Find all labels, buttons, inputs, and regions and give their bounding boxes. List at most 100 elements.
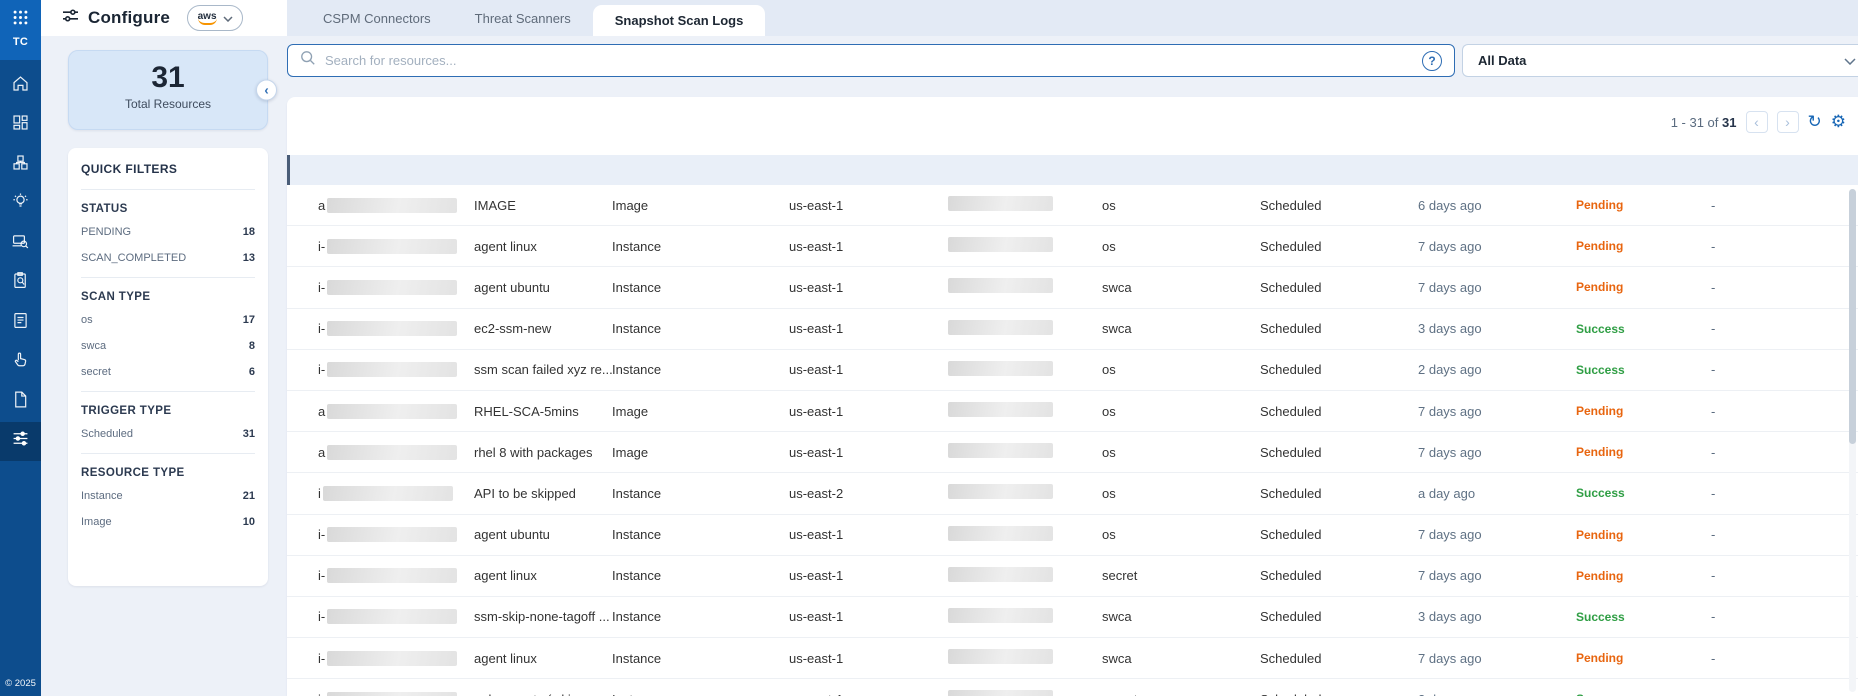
table-row[interactable]: i- agent linux Instance us-east-1 secret…	[287, 556, 1858, 597]
sidebar-item-documents[interactable]	[0, 382, 41, 422]
next-page-button[interactable]: ›	[1776, 111, 1799, 133]
filter-item[interactable]: Instance 21	[81, 483, 255, 509]
filter-label: swca	[81, 340, 107, 352]
sidebar-item-insights[interactable]	[0, 185, 41, 225]
redacted-resource-id	[327, 691, 458, 696]
filter-item[interactable]: Scheduled 31	[81, 421, 255, 447]
table-settings-gear-icon[interactable]: ⚙	[1831, 113, 1846, 131]
tab-threat-scanners[interactable]: Threat Scanners	[453, 0, 593, 36]
resource-id-cell: i-	[318, 568, 474, 584]
filter-group-resource-type: RESOURCE TYPE Instance 21 Image 10	[81, 454, 255, 541]
table-row[interactable]: i- ssm-skip-none-tagoff ... Instance us-…	[287, 597, 1858, 639]
filter-group-scan-type: SCAN TYPE os 17 swca 8 secret 6	[81, 278, 255, 392]
resource-id-prefix: i-	[318, 609, 326, 625]
filter-count: 6	[248, 366, 255, 378]
redacted-resource-id	[327, 527, 458, 543]
scan-time-cell: 3 days ago	[1418, 609, 1482, 625]
filter-label: Instance	[81, 490, 123, 502]
resource-id-prefix: a	[318, 197, 326, 213]
account-id-cell	[948, 443, 1102, 461]
filter-count: 21	[242, 490, 255, 502]
sidebar-item-asset-search[interactable]	[0, 224, 41, 264]
region-cell: us-east-1	[789, 527, 844, 543]
table-row[interactable]: i- agent linux Instance us-east-1 swca S…	[287, 638, 1858, 680]
refresh-icon[interactable]: ↻	[1808, 113, 1822, 131]
redacted-account-id	[948, 690, 1053, 696]
filter-label: SCAN_COMPLETED	[81, 252, 187, 264]
sidebar-item-scan-settings[interactable]	[0, 421, 41, 461]
filters-column: 31 Total Resources ‹ QUICK FILTERS STATU…	[68, 36, 277, 696]
filter-item[interactable]: swca 8	[81, 333, 255, 359]
status-badge: Pending	[1576, 651, 1624, 666]
status-message-cell: -	[1711, 197, 1716, 213]
filter-label: Scheduled	[81, 428, 133, 440]
filter-item[interactable]: secret 6	[81, 359, 255, 385]
region-cell: us-east-1	[789, 197, 844, 213]
redacted-resource-id	[327, 362, 458, 378]
resource-id-prefix: i-	[318, 692, 325, 696]
table-row[interactable]: a IMAGE Image us-east-1 os Scheduled 6 d…	[287, 185, 1858, 227]
resource-id-prefix: i-	[318, 238, 326, 254]
apps-grid-icon[interactable]	[12, 9, 29, 31]
table-row[interactable]: i- agent ubuntu Instance us-east-1 os Sc…	[287, 515, 1858, 556]
sidebar-item-reports[interactable]	[0, 303, 41, 343]
tab-snapshot-scan-logs[interactable]: Snapshot Scan Logs	[592, 5, 766, 36]
data-scope-dropdown[interactable]: All Data	[1462, 44, 1858, 77]
filter-item[interactable]: os 17	[81, 307, 255, 333]
resource-name-cell: only secrets ( skip-sc...	[474, 692, 612, 696]
table-row[interactable]: i- agent ubuntu Instance us-east-1 swca …	[287, 267, 1858, 309]
resource-id-cell: i-	[318, 527, 474, 543]
resource-id-prefix: i-	[318, 568, 326, 584]
lightbulb-icon	[11, 192, 30, 216]
page-title: Configure	[88, 8, 171, 27]
table-row[interactable]: i- ec2-ssm-new Instance us-east-1 swca S…	[287, 309, 1858, 350]
tab-bar: CSPM Connectors Threat Scanners Snapshot…	[287, 0, 1858, 36]
report-document-icon	[11, 311, 30, 335]
sidebar-item-compliance-scan[interactable]	[0, 264, 41, 304]
resource-name-cell: ssm scan failed xyz re...	[474, 362, 612, 378]
resource-id-cell: i-	[318, 609, 474, 625]
resource-name-cell: agent linux	[474, 650, 537, 666]
scan-time-cell: 7 days ago	[1418, 279, 1482, 295]
region-cell: us-east-1	[789, 444, 844, 460]
scrollbar-thumb[interactable]	[1849, 189, 1856, 444]
table-row[interactable]: i API to be skipped Instance us-east-2 o…	[287, 473, 1858, 515]
table-row[interactable]: i- only secrets ( skip-sc... Instance us…	[287, 679, 1858, 696]
scan-time-cell: 3 days ago	[1418, 321, 1482, 337]
main-area: Configure aws CSPM Connectors Threat Sca…	[41, 0, 1858, 696]
redacted-resource-id	[327, 238, 458, 254]
filter-item[interactable]: SCAN_COMPLETED 13	[81, 245, 255, 271]
scan-type-cell: os	[1102, 444, 1116, 460]
aws-logo: aws	[197, 11, 217, 25]
redacted-resource-id	[327, 609, 458, 625]
provider-dropdown[interactable]: aws	[187, 5, 244, 31]
sidebar-item-home[interactable]	[0, 66, 41, 106]
copyright: © 2025	[5, 678, 36, 689]
filter-item[interactable]: PENDING 18	[81, 219, 255, 245]
status-message-cell: -	[1711, 692, 1858, 696]
tab-cspm-connectors[interactable]: CSPM Connectors	[301, 0, 453, 36]
status-message-cell: -	[1711, 362, 1716, 378]
resource-id-cell: i-	[318, 691, 474, 696]
total-resources-card: 31 Total Resources ‹	[68, 50, 277, 130]
table-scrollbar[interactable]	[1849, 189, 1856, 692]
previous-page-button[interactable]: ‹	[1745, 111, 1768, 133]
table-row[interactable]: a RHEL-SCA-5mins Image us-east-1 os Sche…	[287, 391, 1858, 433]
table-row[interactable]: i- agent linux Instance us-east-1 os Sch…	[287, 226, 1858, 268]
collapse-panel-button[interactable]: ‹	[256, 79, 277, 101]
resource-id-cell: a	[318, 403, 474, 419]
account-id-cell	[948, 607, 1102, 626]
table-row[interactable]: i- ssm scan failed xyz re... Instance us…	[287, 350, 1858, 391]
table-row[interactable]: a rhel 8 with packages Image us-east-1 o…	[287, 432, 1858, 474]
sidebar-item-actions[interactable]	[0, 343, 41, 383]
sidebar-item-assets[interactable]	[0, 145, 41, 185]
workspace-badge[interactable]: TC	[13, 36, 28, 48]
resource-type-cell: Instance	[612, 650, 662, 666]
filter-item[interactable]: Image 10	[81, 509, 255, 535]
help-icon[interactable]: ?	[1422, 50, 1442, 71]
search-input[interactable]	[325, 53, 1413, 68]
filter-count: 13	[242, 252, 255, 264]
chevron-down-icon	[1844, 52, 1856, 70]
results-column: ? All Data 1 - 31 of 31 ‹ › ↻ ⚙	[287, 36, 1858, 696]
sidebar-item-dashboard[interactable]	[0, 106, 41, 146]
